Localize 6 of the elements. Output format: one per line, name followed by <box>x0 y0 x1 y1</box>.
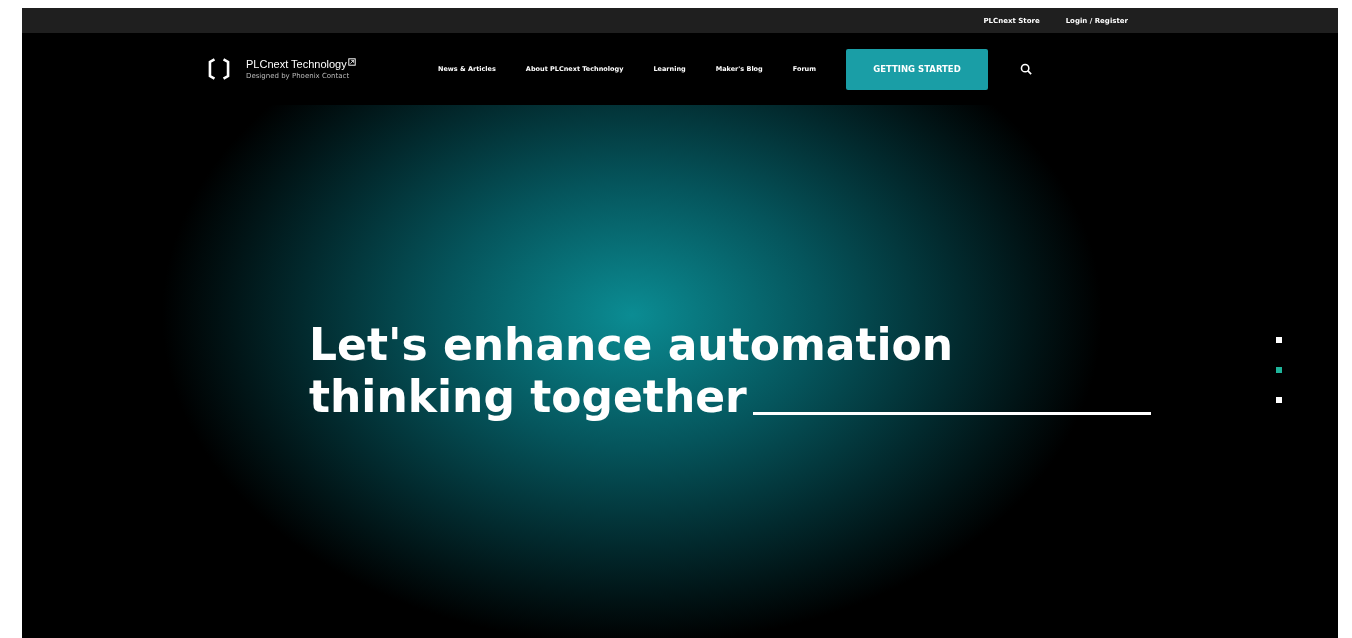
headline-line: Let's enhance automation <box>309 319 954 371</box>
headline-line: thinking together <box>309 371 747 423</box>
square-icon <box>347 58 356 66</box>
brackets-logo-icon[interactable] <box>208 56 230 82</box>
search-icon[interactable] <box>1020 63 1032 75</box>
logo-name[interactable]: PLCnext Technology <box>246 58 347 70</box>
